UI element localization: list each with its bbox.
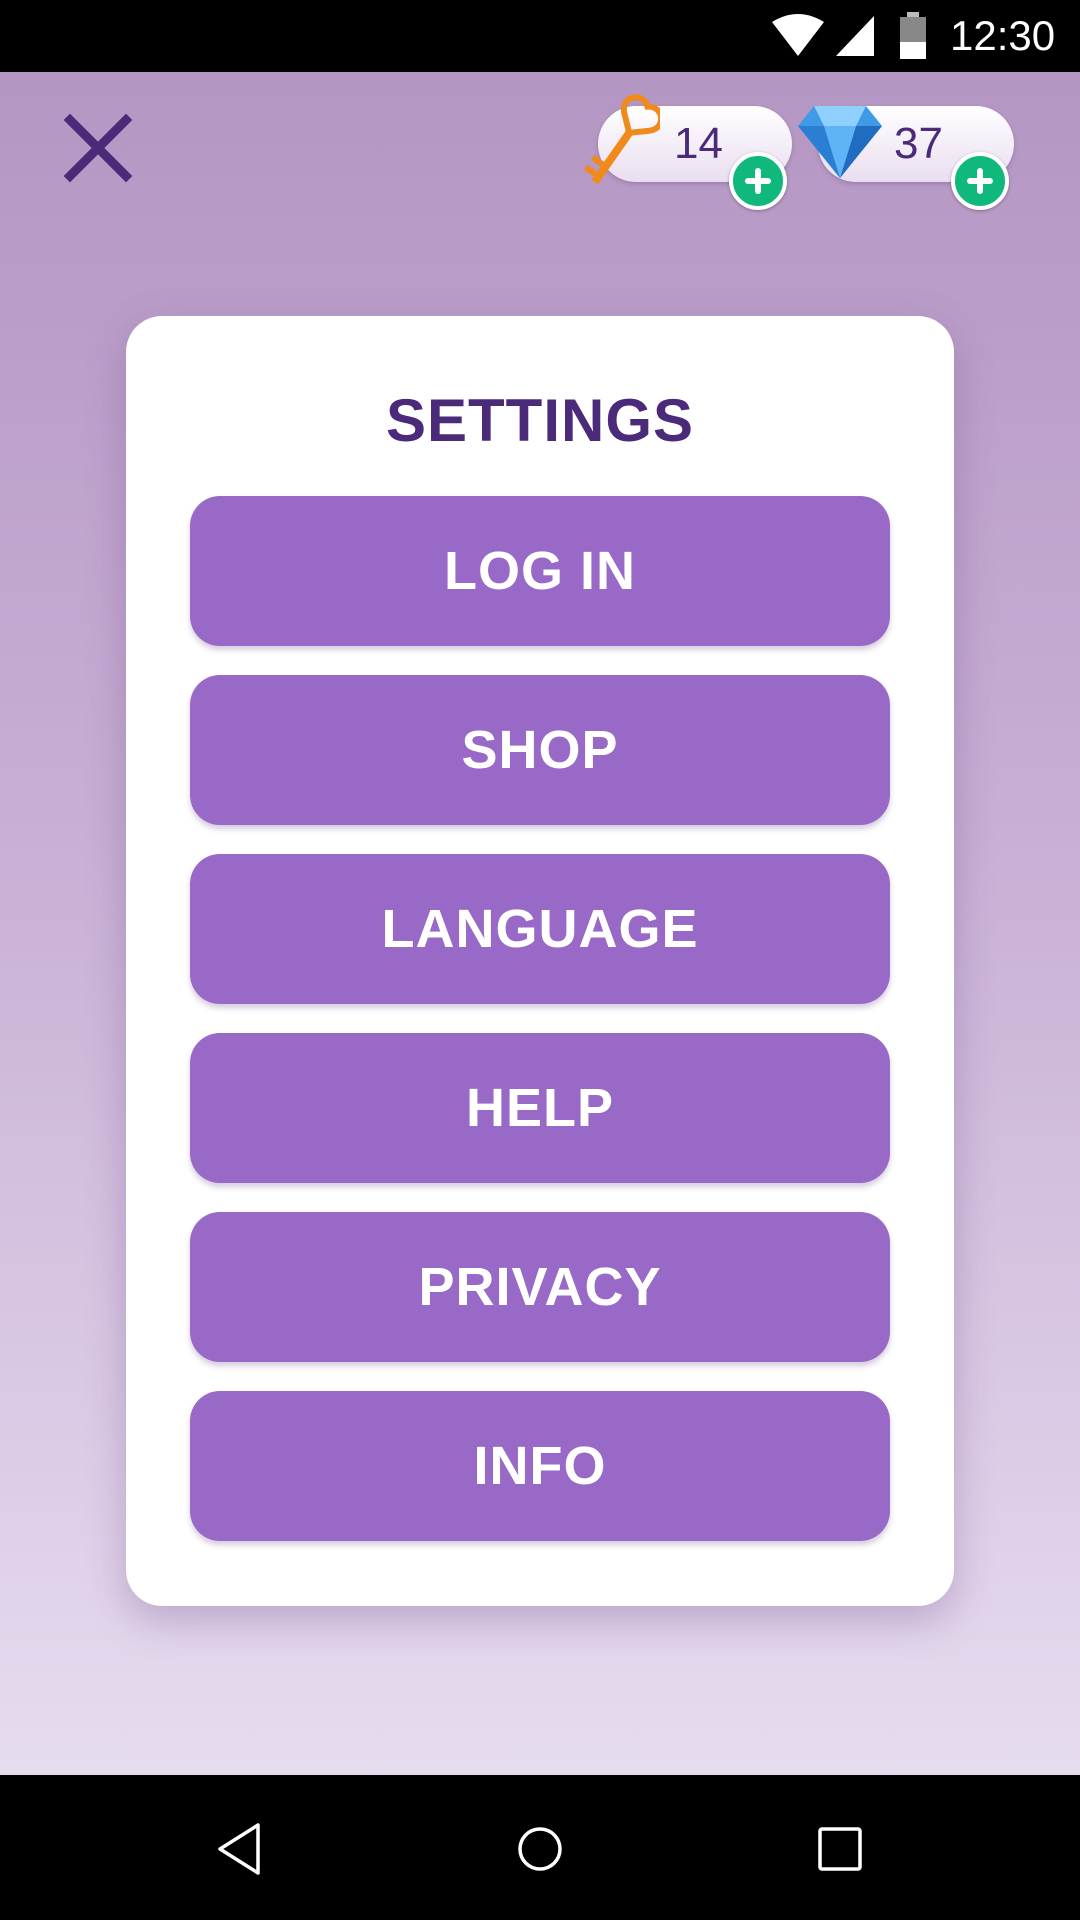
login-button[interactable]: LOG IN <box>190 496 890 646</box>
privacy-button[interactable]: PRIVACY <box>190 1212 890 1362</box>
add-gems-button[interactable] <box>951 152 1009 210</box>
cell-signal-icon <box>836 16 874 56</box>
home-icon[interactable] <box>508 1817 572 1881</box>
gems-count: 37 <box>894 119 943 168</box>
app-screen: 14 37 SETTINGS LOG IN SHOP LANGUAGE HELP… <box>0 72 1080 1775</box>
shop-button[interactable]: SHOP <box>190 675 890 825</box>
recents-icon[interactable] <box>808 1817 872 1881</box>
status-bar: 12:30 <box>0 0 1080 72</box>
battery-icon <box>900 12 926 59</box>
status-time: 12:30 <box>950 12 1056 59</box>
wifi-icon <box>772 14 824 56</box>
keys-count: 14 <box>674 119 723 168</box>
settings-card: SETTINGS LOG IN SHOP LANGUAGE HELP PRIVA… <box>126 316 954 1606</box>
navigation-bar <box>0 1775 1080 1920</box>
add-keys-button[interactable] <box>729 152 787 210</box>
page-title: SETTINGS <box>385 387 695 454</box>
back-icon[interactable] <box>208 1817 272 1881</box>
help-button[interactable]: HELP <box>190 1033 890 1183</box>
key-icon <box>583 94 660 185</box>
close-icon[interactable] <box>60 110 136 186</box>
info-button[interactable]: INFO <box>190 1391 890 1541</box>
diamond-icon <box>798 106 882 178</box>
language-button[interactable]: LANGUAGE <box>190 854 890 1004</box>
